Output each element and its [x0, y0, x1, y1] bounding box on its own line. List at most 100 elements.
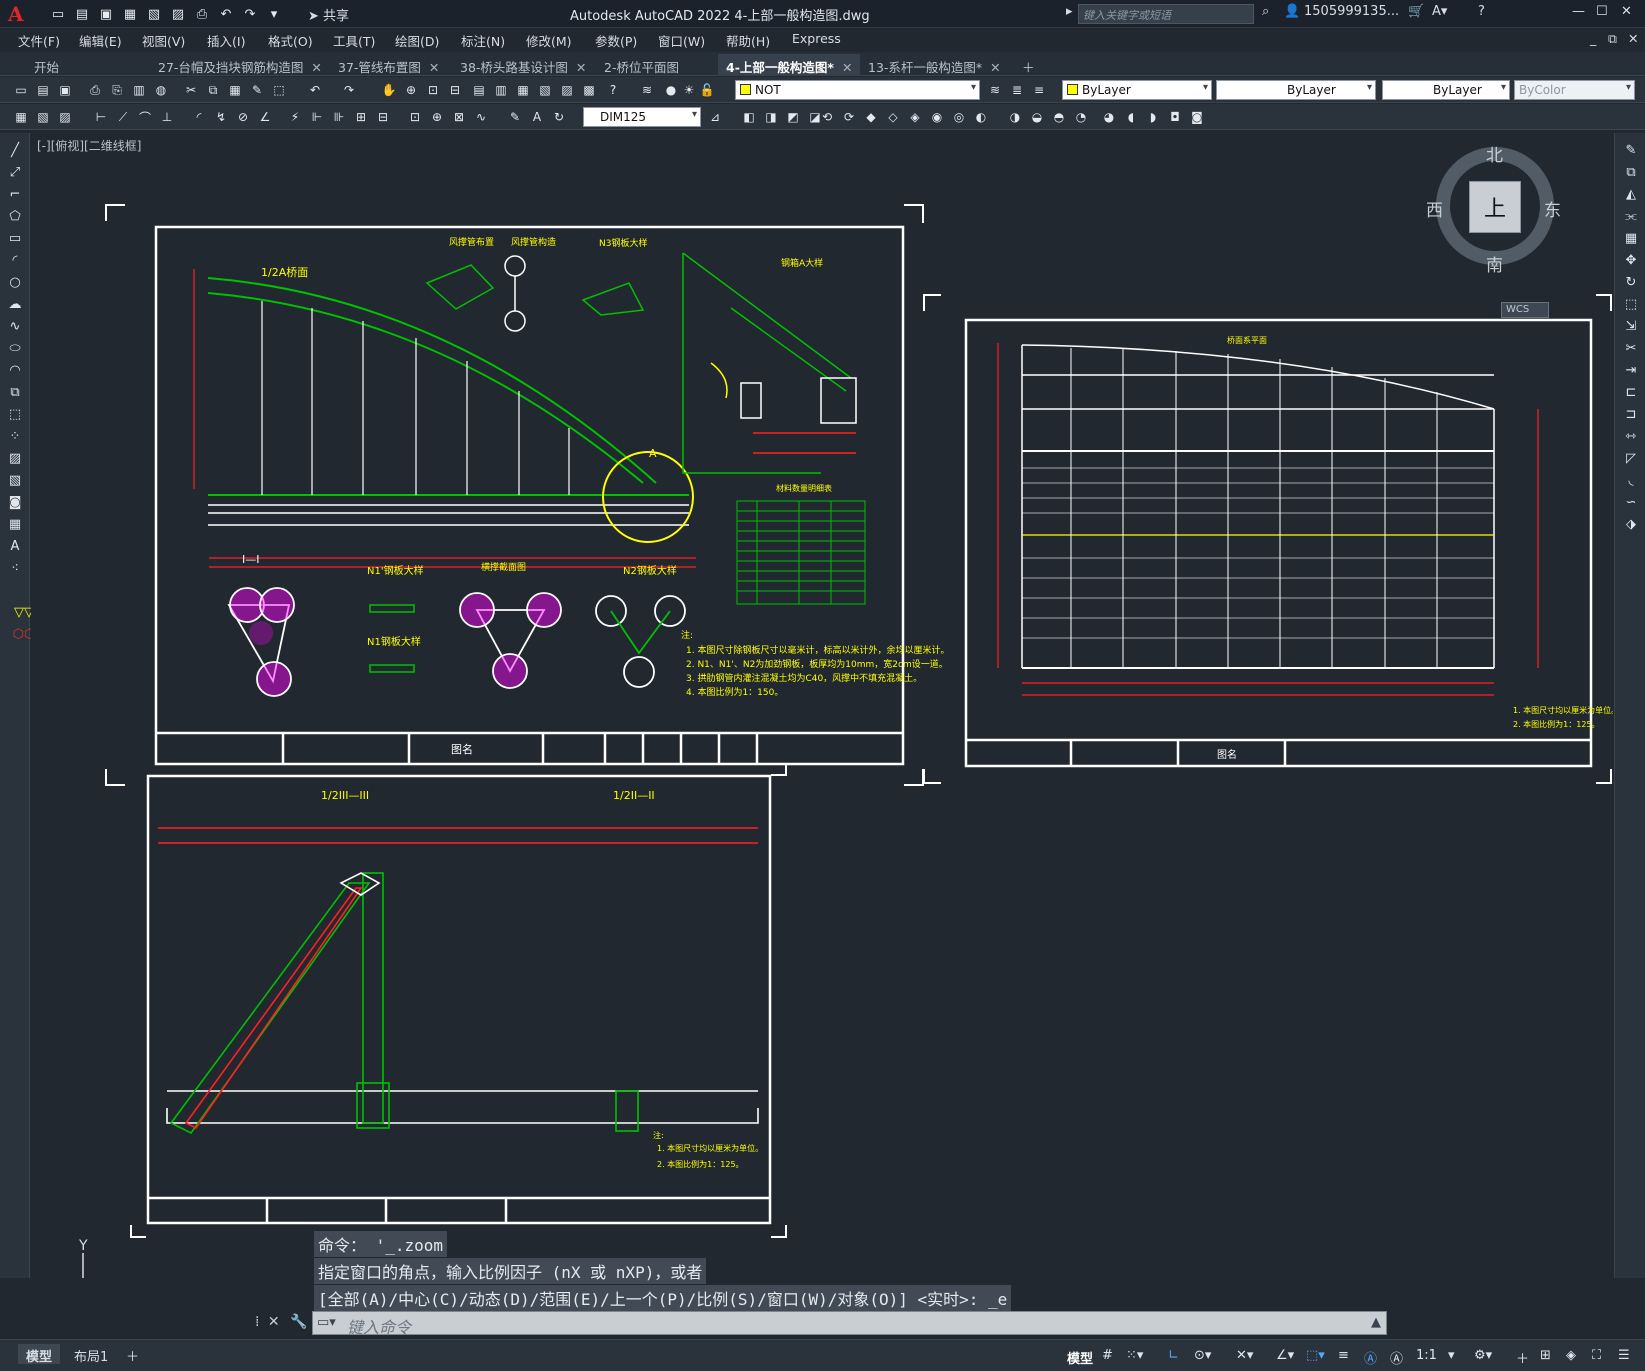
menu-insert[interactable]: 插入(I) [207, 31, 245, 50]
rectangle-icon[interactable]: ▭ [6, 229, 24, 247]
customization-icon[interactable]: ☰ [1618, 1348, 1630, 1363]
grid-icon[interactable]: # [1102, 1348, 1113, 1363]
doc-close-icon[interactable]: ✕ [1628, 31, 1638, 46]
open-file-icon[interactable]: ▤ [72, 4, 92, 24]
tab-close-icon[interactable]: ✕ [576, 60, 586, 75]
view-icon-3[interactable]: ◩ [784, 108, 802, 126]
shade-icon-2[interactable]: ◒ [1028, 108, 1046, 126]
user-icon[interactable]: 👤 [1284, 4, 1300, 19]
tab-close-icon[interactable]: ✕ [429, 60, 439, 75]
angular-dimension-icon[interactable]: ∠ [256, 108, 274, 126]
object-snap-tracking-icon[interactable]: ∠▾ [1276, 1348, 1294, 1363]
menu-parameters[interactable]: 参数(P) [595, 31, 637, 50]
quick-dimension-icon[interactable]: ⚡ [286, 108, 304, 126]
menu-help[interactable]: 帮助(H) [726, 31, 770, 50]
command-grip-icon[interactable]: ⁞ [255, 1314, 259, 1330]
undo-icon[interactable]: ↶ [306, 81, 324, 99]
menu-view[interactable]: 视图(V) [142, 31, 185, 50]
gradient-icon[interactable]: ▧ [6, 471, 24, 489]
menu-dimension[interactable]: 标注(N) [461, 31, 505, 50]
point-icon[interactable]: ⁘ [6, 427, 24, 445]
render-icon-2[interactable]: ◖ [1122, 108, 1140, 126]
table-icon[interactable]: ▦ [6, 515, 24, 533]
match-properties-icon[interactable]: ✎ [248, 81, 266, 99]
menu-format[interactable]: 格式(O) [268, 31, 313, 50]
share-button[interactable]: ➤ 共享 [308, 5, 349, 24]
insert-block-icon[interactable]: ⧉ [6, 383, 24, 401]
autodesk-app-icon[interactable]: A▾ [1432, 4, 1447, 19]
render-icon-4[interactable]: ◘ [1166, 108, 1184, 126]
lineweight-icon[interactable]: ≡ [1338, 1348, 1349, 1363]
tab-close-icon[interactable]: ✕ [311, 60, 321, 75]
toolbar-icon-2[interactable]: ▧ [34, 108, 52, 126]
break-at-point-icon[interactable]: ⊏ [1622, 383, 1640, 401]
toolbar-icon-3[interactable]: ▨ [56, 108, 74, 126]
doc-minimize-icon[interactable]: _ [1590, 31, 1596, 46]
solid-icon-2[interactable]: ◇ [884, 108, 902, 126]
layer-lock-icon[interactable]: 🔓 [698, 81, 716, 99]
fillet-icon[interactable]: ◟ [1622, 471, 1640, 489]
render-icon-3[interactable]: ◗ [1144, 108, 1162, 126]
region-icon[interactable]: ◙ [6, 493, 24, 511]
trim-icon[interactable]: ✂ [1622, 339, 1640, 357]
tab-file[interactable]: 37-管线布置图 ✕ [330, 54, 447, 76]
3d-print-icon[interactable]: ◍ [152, 81, 170, 99]
calculator-icon[interactable]: ▩ [580, 81, 598, 99]
polar-icon[interactable]: ⊙▾ [1194, 1348, 1211, 1363]
zoom-realtime-icon[interactable]: ⊕ [402, 81, 420, 99]
tab-model[interactable]: 模型 [18, 1344, 61, 1365]
hatch-icon[interactable]: ▨ [6, 449, 24, 467]
viewcube-north[interactable]: 北 [1486, 141, 1503, 166]
make-current-layer-icon[interactable]: ≋ [986, 81, 1004, 99]
open-icon[interactable]: ▤ [34, 81, 52, 99]
explode-icon[interactable]: ⬗ [1622, 515, 1640, 533]
lineweight-dropdown[interactable]: ByLayer ▾ [1382, 80, 1510, 100]
wcs-menu[interactable]: WCS [1501, 302, 1549, 318]
solid-icon-3[interactable]: ◈ [906, 108, 924, 126]
menu-draw[interactable]: 绘图(D) [395, 31, 439, 50]
arc-length-icon[interactable]: ⌒ [136, 108, 154, 126]
render-icon-5[interactable]: ◙ [1188, 108, 1206, 126]
print-preview-icon[interactable]: ⎘ [108, 81, 126, 99]
layer-properties-icon[interactable]: ≋ [638, 81, 656, 99]
print-icon[interactable]: ⎙ [86, 81, 104, 99]
tab-close-icon[interactable]: ✕ [842, 60, 852, 75]
quick-properties-icon[interactable]: ◈ [1566, 1348, 1576, 1363]
tab-layout1[interactable]: 布局1 [66, 1344, 116, 1365]
layer-freeze-icon[interactable]: ☀ [680, 81, 698, 99]
orbit-icon-1[interactable]: ⟲ [818, 108, 836, 126]
inspection-icon[interactable]: ⊠ [450, 108, 468, 126]
close-icon[interactable]: ✕ [1621, 4, 1632, 19]
ellipse-arc-icon[interactable]: ◠ [6, 361, 24, 379]
revision-cloud-icon[interactable]: ☁ [6, 295, 24, 313]
viewcube-east[interactable]: 东 [1544, 196, 1561, 221]
copy-object-icon[interactable]: ⧉ [1622, 163, 1640, 181]
viewcube-south[interactable]: 南 [1486, 251, 1503, 276]
dimension-text-edit-icon[interactable]: A [528, 108, 546, 126]
maximize-icon[interactable]: ☐ [1596, 4, 1608, 19]
multiline-text-icon[interactable]: A [6, 537, 24, 555]
shade-icon-4[interactable]: ◔ [1072, 108, 1090, 126]
sheet-set-icon[interactable]: ▧ [536, 81, 554, 99]
render-icon-1[interactable]: ◕ [1100, 108, 1118, 126]
jogged-dimension-icon[interactable]: ↯ [212, 108, 230, 126]
dimstyle-dropdown[interactable]: DIM125 ▾ [583, 107, 701, 127]
chamfer-icon[interactable]: ◸ [1622, 449, 1640, 467]
spline-icon[interactable]: ∿ [6, 317, 24, 335]
annotation-scale-dropdown-icon[interactable]: ▾ [1448, 1348, 1455, 1363]
zoom-window-icon[interactable]: ⊡ [424, 81, 442, 99]
search-expand-icon[interactable]: ▸ [1066, 4, 1073, 19]
polyline-icon[interactable]: ⌐ [6, 185, 24, 203]
stretch-icon[interactable]: ⇲ [1622, 317, 1640, 335]
tolerance-icon[interactable]: ⊡ [406, 108, 424, 126]
menu-window[interactable]: 窗口(W) [658, 31, 705, 50]
radius-dimension-icon[interactable]: ◜ [190, 108, 208, 126]
baseline-dimension-icon[interactable]: ⊩ [308, 108, 326, 126]
dimension-break-icon[interactable]: ⊟ [374, 108, 392, 126]
help-icon[interactable]: ? [604, 81, 622, 99]
markup-icon[interactable]: ▨ [558, 81, 576, 99]
minimize-icon[interactable]: — [1572, 4, 1585, 19]
new-tab-icon[interactable]: ＋ [1014, 54, 1043, 76]
linetype-dropdown[interactable]: ByLayer ▾ [1216, 80, 1376, 100]
offset-icon[interactable]: ⫘ [1622, 207, 1640, 225]
